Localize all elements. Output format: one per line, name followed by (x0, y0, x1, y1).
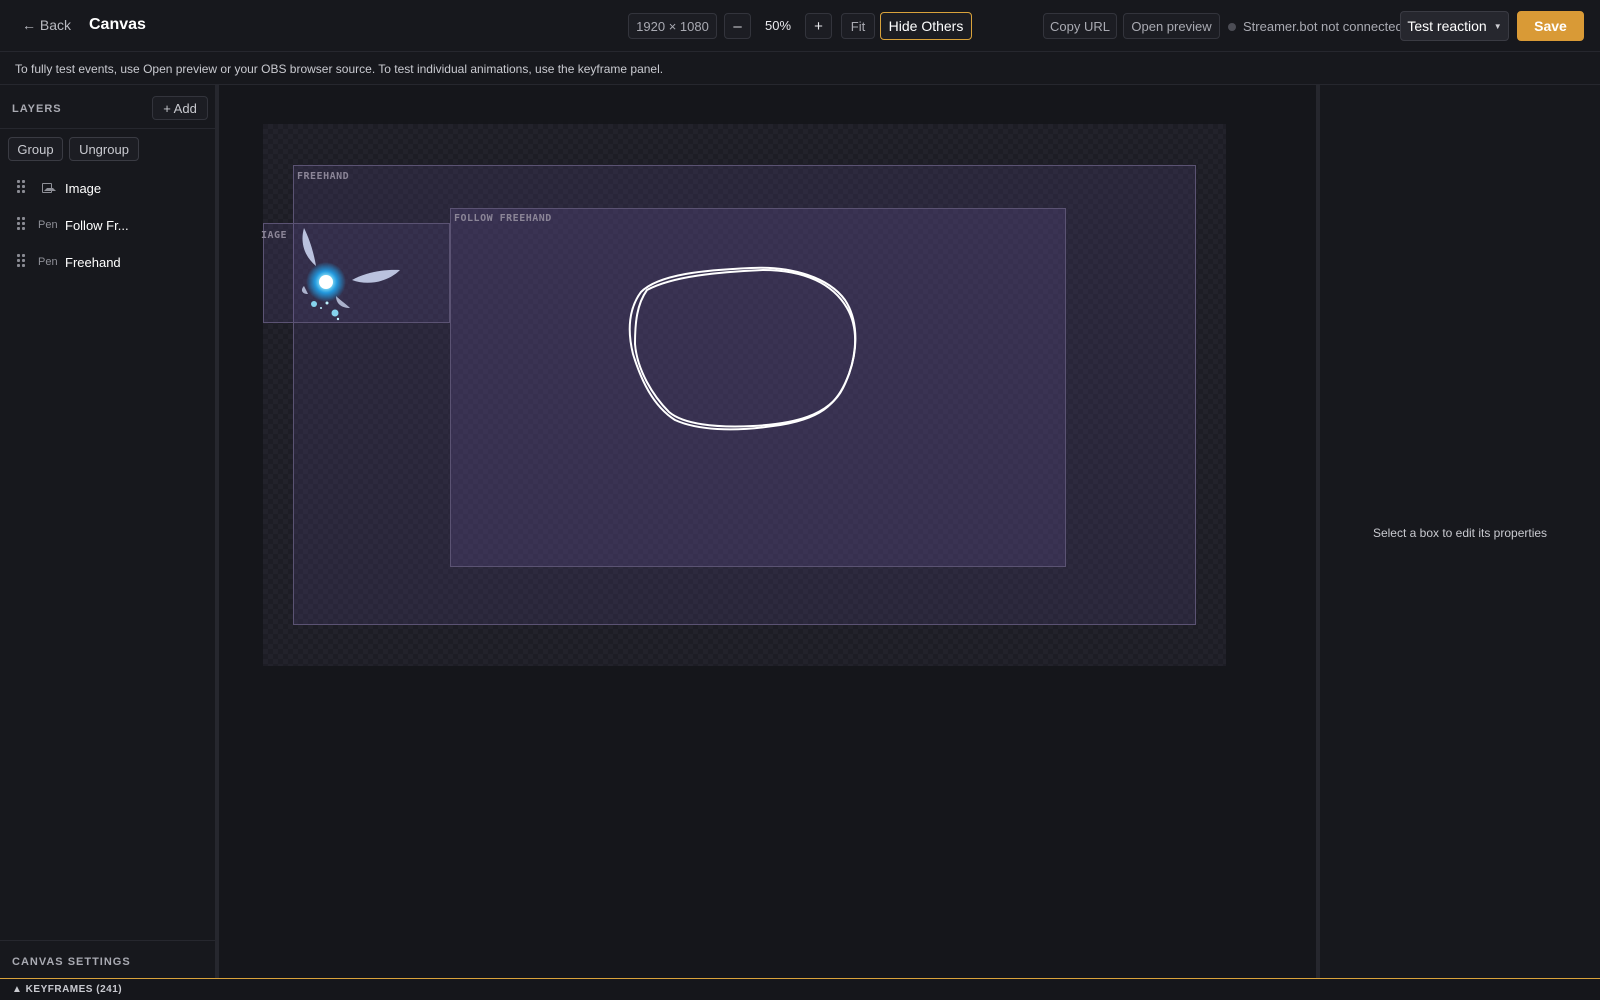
image-icon (42, 183, 56, 193)
hide-others-button[interactable]: Hide Others (880, 12, 972, 40)
layer-item-follow-freehand[interactable]: Pen Follow Fr... (0, 208, 215, 242)
test-reaction-dropdown[interactable]: Test reaction ▼ (1400, 11, 1509, 41)
canvas-settings-title: CANVAS SETTINGS (12, 956, 131, 968)
image-layer-box[interactable]: IAGE (261, 223, 450, 323)
drag-handle-icon[interactable] (17, 217, 27, 233)
keyframes-toggle[interactable]: ▲ KEYFRAMES (241) (0, 978, 1600, 1000)
layer-type-label: Pen (38, 256, 58, 268)
layer-name: Freehand (65, 254, 121, 270)
canvas-workspace[interactable]: FREEHAND IAGE FOLLOW FREEHAND (219, 85, 1316, 978)
add-layer-button[interactable]: + Add (152, 96, 208, 120)
freehand-box-label: FREEHAND (297, 171, 350, 182)
fairy-image (301, 228, 400, 321)
resolution-selector[interactable]: 1920 × 1080 (628, 13, 717, 39)
back-button[interactable]: ← Back (22, 17, 71, 33)
zoom-out-button[interactable]: – (724, 13, 751, 39)
copy-url-button[interactable]: Copy URL (1043, 13, 1117, 39)
image-box-label: IAGE (261, 230, 288, 241)
connection-status: Streamer.bot not connected (1228, 19, 1403, 34)
zoom-in-button[interactable]: + (805, 13, 832, 39)
follow-freehand-layer-box[interactable]: FOLLOW FREEHAND (450, 208, 1066, 567)
layers-header: LAYERS + Add (0, 85, 215, 129)
connection-status-text: Streamer.bot not connected (1243, 19, 1403, 34)
group-button[interactable]: Group (8, 137, 63, 161)
chevron-down-icon: ▼ (1493, 21, 1502, 31)
canvas-stage[interactable]: FREEHAND IAGE FOLLOW FREEHAND (261, 124, 1226, 666)
layers-panel: LAYERS + Add Group Ungroup Image Pen Fol… (0, 85, 219, 978)
layer-name: Follow Fr... (65, 217, 129, 233)
drag-handle-icon[interactable] (17, 180, 27, 196)
back-label: ← Back (22, 17, 72, 33)
properties-hint: Select a box to edit its properties (1372, 526, 1548, 540)
page-title: Canvas (89, 16, 146, 33)
ungroup-button[interactable]: Ungroup (69, 137, 139, 161)
save-button[interactable]: Save (1517, 11, 1584, 41)
open-preview-button[interactable]: Open preview (1123, 13, 1220, 39)
layer-item-image[interactable]: Image (0, 171, 215, 205)
status-dot-icon (1228, 22, 1236, 31)
properties-panel: Select a box to edit its properties (1316, 85, 1600, 978)
fit-button[interactable]: Fit (841, 13, 875, 39)
top-toolbar: ← Back Canvas 1920 × 1080 – 50% + Fit Hi… (0, 0, 1600, 52)
freehand-drawing (628, 266, 857, 431)
layer-type-label: Pen (38, 219, 58, 231)
test-reaction-label: Test reaction (1407, 18, 1487, 34)
follow-box-label: FOLLOW FREEHAND (454, 213, 552, 224)
layer-name: Image (65, 180, 102, 196)
layer-item-freehand[interactable]: Pen Freehand (0, 245, 215, 279)
info-banner: To fully test events, use Open preview o… (0, 52, 1600, 85)
zoom-level: 50% (764, 18, 792, 33)
drag-handle-icon[interactable] (17, 254, 27, 270)
canvas-settings-section[interactable]: CANVAS SETTINGS (0, 940, 215, 978)
layers-title: LAYERS (12, 103, 62, 115)
